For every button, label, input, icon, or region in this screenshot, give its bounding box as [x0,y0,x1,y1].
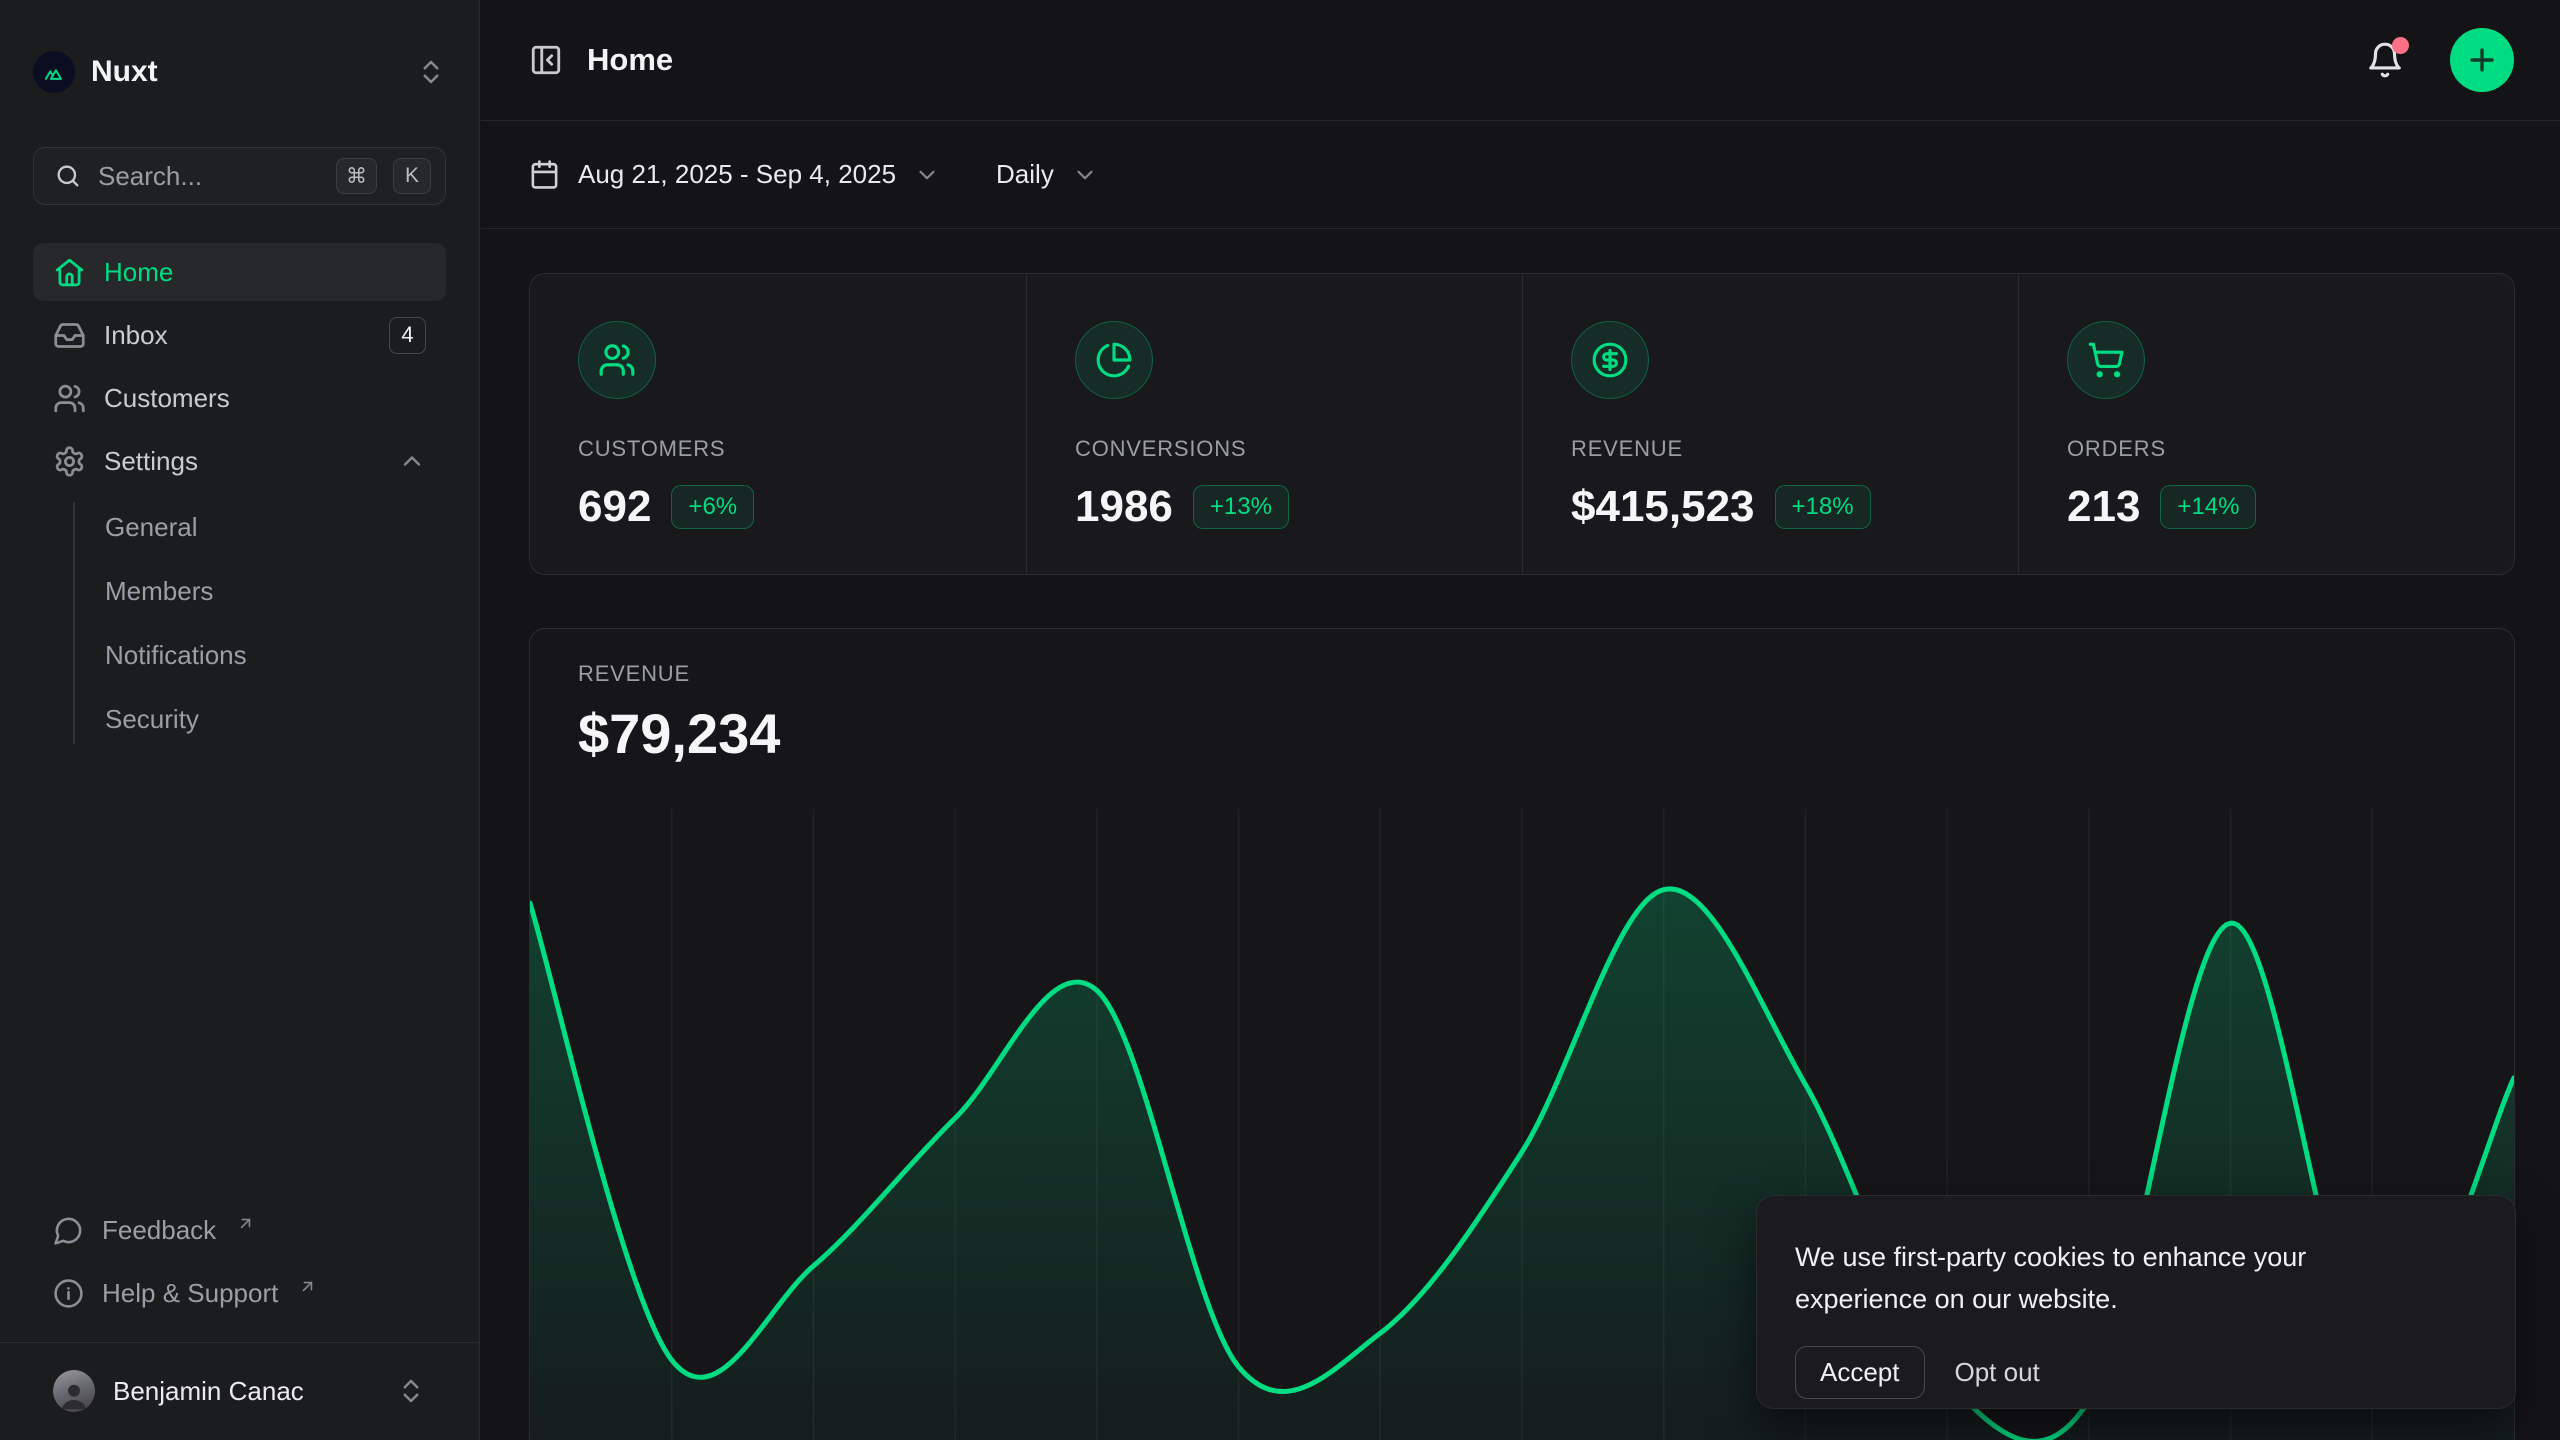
sidebar-nav: Home Inbox 4 Customers Settings [33,243,446,754]
stat-conversions[interactable]: CONVERSIONS 1986 +13% [1026,274,1522,574]
stat-orders[interactable]: ORDERS 213 +14% [2018,274,2514,574]
stat-value: 1986 [1075,482,1173,532]
stat-delta-badge: +6% [671,485,754,529]
sidebar-footer: Feedback Help & Support [33,1201,446,1327]
stat-customers[interactable]: CUSTOMERS 692 +6% [530,274,1026,574]
sidebar-item-general[interactable]: General [73,498,446,556]
chevron-down-icon [914,162,940,188]
stat-delta-badge: +14% [2160,485,2256,529]
period-select[interactable]: Daily [996,159,1098,190]
sidebar-item-inbox[interactable]: Inbox 4 [33,306,446,364]
sidebar: Nuxt ⌘ K Home Inbo [0,0,480,1440]
collapse-sidebar-icon[interactable] [529,43,563,77]
date-range-picker[interactable]: Aug 21, 2025 - Sep 4, 2025 [529,159,940,190]
users-icon [578,321,656,399]
chevrons-up-down-icon [416,57,446,87]
gear-icon [53,445,86,478]
filter-bar: Aug 21, 2025 - Sep 4, 2025 Daily [481,121,2560,229]
revenue-total: $79,234 [578,701,2514,766]
unread-notification-dot [2392,37,2409,54]
circle-dollar-icon [1571,321,1649,399]
dashboard-screen: Nuxt ⌘ K Home Inbo [0,0,2560,1440]
avatar [53,1370,95,1412]
kbd-k: K [393,158,431,194]
help-support-label: Help & Support [102,1278,278,1309]
feedback-link[interactable]: Feedback [33,1201,446,1259]
kbd-command: ⌘ [336,158,377,194]
external-link-icon [298,1277,317,1296]
users-icon [53,382,86,415]
add-button[interactable] [2450,28,2514,92]
optout-cookies-button[interactable]: Opt out [1955,1357,2040,1388]
stat-delta-badge: +13% [1193,485,1289,529]
stat-label: REVENUE [1571,436,2018,462]
stats-card: CUSTOMERS 692 +6% CONVERSIONS 1986 +13% … [529,273,2515,575]
sidebar-item-customers[interactable]: Customers [33,369,446,427]
page-title: Home [587,42,673,78]
sidebar-item-label: Inbox [104,320,371,351]
top-bar: Home [481,0,2560,121]
period-label: Daily [996,159,1054,190]
shopping-cart-icon [2067,321,2145,399]
help-support-link[interactable]: Help & Support [33,1264,446,1322]
sidebar-item-members[interactable]: Members [73,562,446,620]
user-menu[interactable]: Benjamin Canac [33,1359,446,1423]
stat-value: 213 [2067,482,2140,532]
plus-icon [2465,43,2499,77]
calendar-icon [529,159,560,190]
cookie-message: We use first-party cookies to enhance yo… [1795,1236,2475,1320]
search-bar[interactable]: ⌘ K [33,147,446,205]
search-icon [54,162,82,190]
stat-revenue[interactable]: REVENUE $415,523 +18% [1522,274,2018,574]
stat-value: $415,523 [1571,482,1755,532]
sidebar-item-notifications[interactable]: Notifications [73,626,446,684]
stat-label: CONVERSIONS [1075,436,1522,462]
sidebar-divider [0,1342,479,1343]
sidebar-item-label: Home [104,257,173,288]
chevron-down-icon [1072,162,1098,188]
message-circle-icon [53,1215,84,1246]
cookie-banner: We use first-party cookies to enhance yo… [1756,1195,2516,1409]
sidebar-item-settings[interactable]: Settings [33,432,446,490]
inbox-count-badge: 4 [389,317,426,354]
home-icon [53,256,86,289]
revenue-label: REVENUE [578,661,2514,687]
settings-subnav: General Members Notifications Security [33,498,446,748]
sidebar-item-home[interactable]: Home [33,243,446,301]
stat-delta-badge: +18% [1775,485,1871,529]
feedback-label: Feedback [102,1215,216,1246]
inbox-icon [53,319,86,352]
chevrons-up-down-icon [396,1376,426,1406]
stat-value: 692 [578,482,651,532]
stat-label: ORDERS [2067,436,2514,462]
team-name: Nuxt [91,55,400,89]
pie-chart-icon [1075,321,1153,399]
external-link-icon [236,1214,255,1233]
search-input[interactable] [98,161,320,192]
sidebar-item-label: Customers [104,383,230,414]
user-name: Benjamin Canac [113,1376,378,1407]
team-switcher[interactable]: Nuxt [33,42,446,102]
chevron-up-icon [398,447,426,475]
stat-label: CUSTOMERS [578,436,1026,462]
notifications-button[interactable] [2366,41,2404,79]
accept-cookies-button[interactable]: Accept [1795,1346,1925,1399]
info-icon [53,1278,84,1309]
sidebar-item-label: Settings [104,446,380,477]
nuxt-logo-icon [33,51,75,93]
sidebar-item-security[interactable]: Security [73,690,446,748]
date-range-label: Aug 21, 2025 - Sep 4, 2025 [578,159,896,190]
subnav-guide-line [73,502,75,744]
